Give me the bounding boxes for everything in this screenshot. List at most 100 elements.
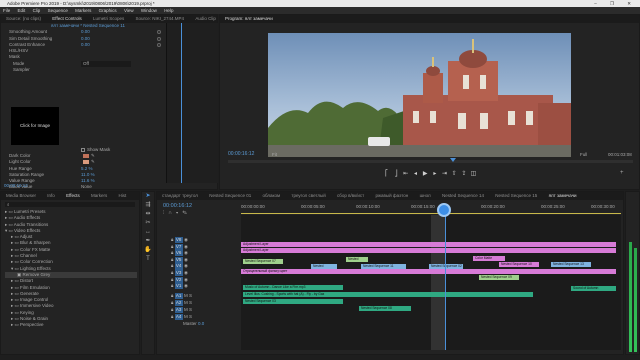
mute-icon[interactable]: M xyxy=(184,300,188,305)
eye-icon[interactable]: ◉ xyxy=(184,283,188,288)
menu-sequence[interactable]: Sequence xyxy=(48,8,68,13)
solo-icon[interactable]: S xyxy=(189,293,192,298)
ec-playhead[interactable] xyxy=(181,23,182,183)
track-header-a1[interactable]: 🔒︎ A1 M S xyxy=(171,292,241,300)
timeline-clip[interactable]: Sound of Autumn xyxy=(571,286,616,291)
tab-audio-clip-mixer[interactable]: Audio Clip Mixer: ялт замечачи xyxy=(190,15,217,23)
pen-tool-icon[interactable]: ✒ xyxy=(142,237,154,246)
timeline-clip[interactable]: Color Matte xyxy=(473,256,505,261)
lock-icon[interactable]: 🔒︎ xyxy=(171,293,173,298)
track-header-a2[interactable]: 🔒︎ A2 M S xyxy=(171,299,241,307)
timeline-clip[interactable]: Adjustment Layer xyxy=(241,248,616,253)
timeline-clip[interactable]: Nested Sequence 13 xyxy=(551,262,591,267)
tab-sequence[interactable]: треугол светлый xyxy=(286,192,330,200)
slip-tool-icon[interactable]: ↔ xyxy=(142,228,154,237)
track-label[interactable]: A1 xyxy=(174,292,183,300)
keyframe-area[interactable] xyxy=(166,23,218,183)
track-label[interactable]: V4 xyxy=(174,263,183,270)
timeline-ruler[interactable]: 00:00:00:00 00:00:05:00 00:00:10:00 00:0… xyxy=(241,204,621,214)
playhead-marker-icon[interactable] xyxy=(450,158,456,162)
timeline-clip[interactable]: Music of Autumn - Dance Like a Fire.mp3 xyxy=(243,285,343,290)
show-mask-checkbox[interactable]: Show Mask xyxy=(81,147,110,152)
tab-sequence[interactable]: шнол xyxy=(415,192,436,200)
step-back-icon[interactable]: ◂ xyxy=(411,170,419,177)
eye-icon[interactable]: ◉ xyxy=(184,263,188,268)
eye-icon[interactable]: ◉ xyxy=(184,250,188,255)
track-header-v8[interactable]: 🔒︎ V8 ◉ xyxy=(171,237,241,244)
effects-list-item[interactable]: ▸ ▭ Perspective xyxy=(5,322,137,328)
razor-tool-icon[interactable]: ✂ xyxy=(142,219,154,228)
lock-icon[interactable]: 🔒︎ xyxy=(171,250,173,255)
track-header-v5[interactable]: 🔒︎ V5 ◉ xyxy=(171,256,241,264)
lock-icon[interactable]: 🔒︎ xyxy=(171,257,173,262)
ec-timecode[interactable]: 00:00:16:12 xyxy=(4,183,28,188)
add-button-icon[interactable]: + xyxy=(620,170,624,176)
lift-icon[interactable]: ⇧ xyxy=(450,170,458,177)
keyframe-icon[interactable] xyxy=(157,30,161,35)
dark-color-swatch[interactable] xyxy=(83,154,89,158)
track-header-v6[interactable]: 🔒︎ V6 ◉ xyxy=(171,250,241,257)
track-label[interactable]: V1 xyxy=(174,283,183,290)
timeline-playhead-handle[interactable] xyxy=(437,203,451,217)
black-value-dropdown[interactable]: None xyxy=(81,184,92,190)
sampler-image[interactable]: Click for Image xyxy=(11,107,59,145)
program-video-frame[interactable] xyxy=(268,33,571,157)
master-volume[interactable]: 0.0 xyxy=(198,321,204,326)
track-label[interactable]: V3 xyxy=(174,269,183,277)
ripple-edit-tool-icon[interactable]: ⇹ xyxy=(142,210,154,219)
eye-icon[interactable]: ◉ xyxy=(184,237,188,242)
go-to-out-icon[interactable]: ⇥ xyxy=(441,170,449,177)
extract-icon[interactable]: ⇪ xyxy=(460,170,468,177)
eye-icon[interactable]: ◉ xyxy=(184,270,188,275)
solo-icon[interactable]: S xyxy=(189,314,192,319)
selection-tool-icon[interactable]: ➤ xyxy=(142,192,154,201)
tab-program[interactable]: Program: ялт замечачи xyxy=(220,15,278,23)
tab-markers[interactable]: Markers xyxy=(86,192,112,200)
track-label[interactable]: V7 xyxy=(174,243,183,250)
effects-search-input[interactable]: ⌕ xyxy=(5,202,135,207)
tab-sequence[interactable]: Nested Sequence 14 xyxy=(437,192,489,200)
program-timecode[interactable]: 00:00:16:12 xyxy=(228,151,254,157)
program-scrubber[interactable] xyxy=(228,158,633,163)
track-select-tool-icon[interactable]: ⇶ xyxy=(142,201,154,210)
tab-sequence[interactable]: облаком xyxy=(258,192,286,200)
lock-icon[interactable]: 🔒︎ xyxy=(171,300,173,305)
track-label[interactable]: A4 xyxy=(174,313,183,321)
tab-sequence[interactable]: стандарт треугол xyxy=(157,192,203,200)
quality-dropdown[interactable]: Full xyxy=(580,152,587,157)
track-header-a4[interactable]: 🔒︎ A4 M S xyxy=(171,313,241,321)
window-controls[interactable]: – ❐ ✕ xyxy=(594,0,637,7)
range-row[interactable]: Black Value None xyxy=(9,184,159,190)
timeline-clip[interactable]: Nested xyxy=(311,264,337,269)
wrench-icon[interactable]: ✎ xyxy=(182,210,191,216)
type-tool-icon[interactable]: T xyxy=(142,255,154,264)
work-area-bar[interactable] xyxy=(241,213,621,214)
lock-icon[interactable]: 🔒︎ xyxy=(171,237,173,242)
tab-history[interactable]: Hist xyxy=(114,192,132,200)
timeline-clip[interactable]: Nested xyxy=(346,257,368,262)
menu-help[interactable]: Help xyxy=(164,8,173,13)
keyframe-icon[interactable] xyxy=(157,42,161,47)
track-header-a3[interactable]: 🔒︎ A3 M S xyxy=(171,306,241,314)
track-label[interactable]: V2 xyxy=(174,276,183,283)
lock-icon[interactable]: 🔒︎ xyxy=(171,283,173,288)
menu-edit[interactable]: Edit xyxy=(18,8,26,13)
menu-file[interactable]: File xyxy=(3,8,10,13)
hand-tool-icon[interactable]: ✋ xyxy=(142,246,154,255)
timeline-clip[interactable]: Nested Sequence 09 xyxy=(479,275,519,280)
track-header-master[interactable]: Master 0.0 xyxy=(171,321,241,328)
lock-icon[interactable]: 🔒︎ xyxy=(171,314,173,319)
track-label[interactable]: V8 xyxy=(174,237,183,244)
eye-icon[interactable]: ◉ xyxy=(184,244,188,249)
menu-view[interactable]: View xyxy=(124,8,134,13)
timeline-timecode[interactable]: 00:00:16:12 xyxy=(163,203,192,209)
track-label[interactable]: V5 xyxy=(174,256,183,264)
timeline-tracks-area[interactable]: Adjustment Layer Adjustment Layer Nested… xyxy=(241,215,621,350)
go-to-in-icon[interactable]: ⇤ xyxy=(402,170,410,177)
track-header-v3[interactable]: 🔒︎ V3 ◉ xyxy=(171,269,241,277)
mute-icon[interactable]: M xyxy=(184,314,188,319)
timeline-clip[interactable]: Nested Sequence 02 xyxy=(429,264,463,269)
tab-sequence[interactable]: сбор в/вк/ист xyxy=(332,192,369,200)
solo-icon[interactable]: S xyxy=(189,307,192,312)
step-forward-icon[interactable]: ▸ xyxy=(431,170,439,177)
